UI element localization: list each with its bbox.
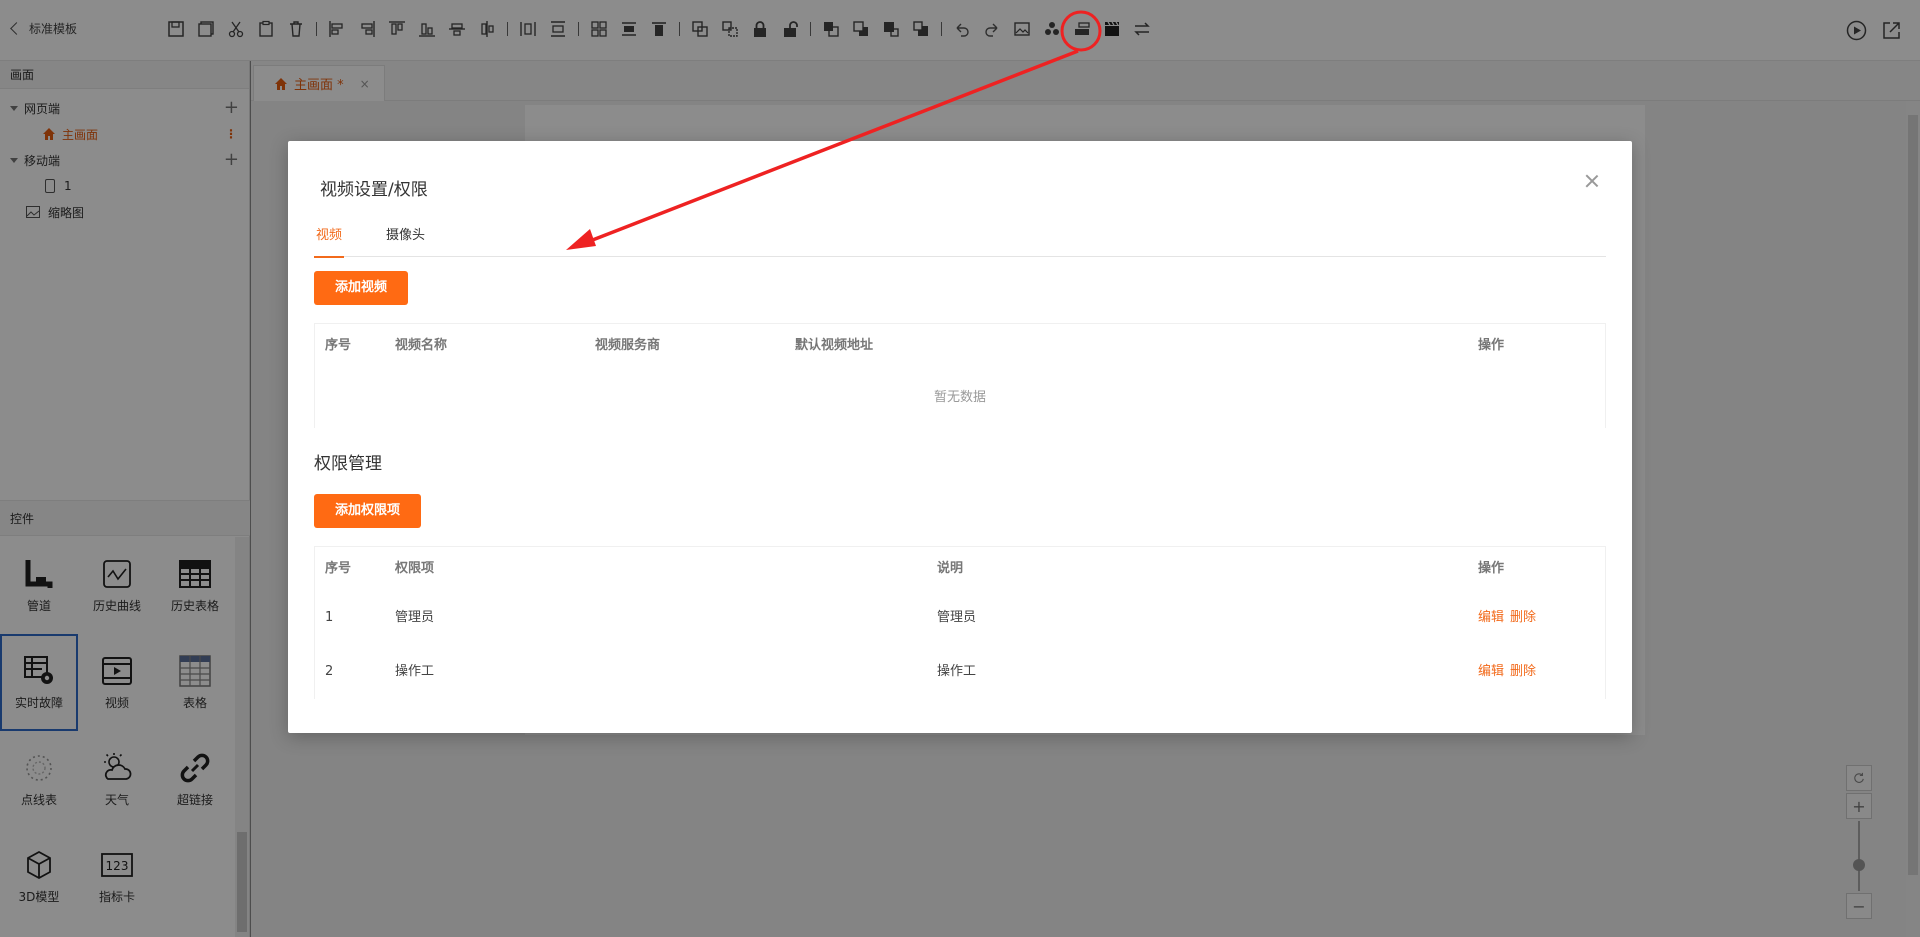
video-table: 序号 视频名称 视频服务商 默认视频地址 操作 暂无数据 — [314, 323, 1606, 428]
col-description: 说明 — [937, 561, 964, 576]
delete-link[interactable]: 删除 — [1510, 664, 1536, 679]
add-permission-button[interactable]: 添加权限项 — [314, 494, 422, 528]
permission-table: 序号 权限项 说明 操作 1 管理员 管理员 编辑 删除 2 操作工 操作工 编辑… — [314, 546, 1606, 699]
col-permission-item: 权限项 — [395, 561, 435, 576]
video-settings-dialog: 视频设置/权限 视频 摄像头 添加视频 序号 视频名称 视频服务商 默认视频地址… — [288, 141, 1632, 733]
dialog-title: 视频设置/权限 — [320, 180, 428, 200]
permission-section-title: 权限管理 — [314, 454, 382, 474]
dialog-tabs: 视频 摄像头 — [314, 225, 1606, 258]
col-no: 序号 — [325, 338, 352, 353]
table-row: 1 管理员 管理员 编辑 删除 — [315, 591, 1605, 645]
row-description: 管理员 — [937, 610, 977, 625]
row-no: 2 — [325, 664, 334, 679]
row-permission-item: 操作工 — [395, 664, 435, 679]
close-icon[interactable] — [1582, 171, 1602, 191]
col-no: 序号 — [325, 561, 352, 576]
row-permission-item: 管理员 — [395, 610, 435, 625]
col-video-provider: 视频服务商 — [595, 338, 661, 353]
col-default-url: 默认视频地址 — [795, 338, 874, 353]
delete-link[interactable]: 删除 — [1510, 610, 1536, 625]
edit-link[interactable]: 编辑 — [1478, 610, 1504, 625]
row-no: 1 — [325, 610, 334, 625]
tab-video[interactable]: 视频 — [314, 225, 345, 258]
permission-table-header: 序号 权限项 说明 操作 — [315, 547, 1605, 591]
col-actions: 操作 — [1478, 561, 1505, 576]
col-video-name: 视频名称 — [395, 338, 448, 353]
add-video-button[interactable]: 添加视频 — [314, 271, 409, 305]
tab-camera[interactable]: 摄像头 — [384, 225, 427, 257]
video-table-header: 序号 视频名称 视频服务商 默认视频地址 操作 — [315, 324, 1605, 368]
row-description: 操作工 — [937, 664, 977, 679]
empty-state: 暂无数据 — [933, 390, 986, 405]
edit-link[interactable]: 编辑 — [1478, 664, 1504, 679]
table-row: 2 操作工 操作工 编辑 删除 — [315, 645, 1605, 699]
col-actions: 操作 — [1478, 338, 1505, 353]
